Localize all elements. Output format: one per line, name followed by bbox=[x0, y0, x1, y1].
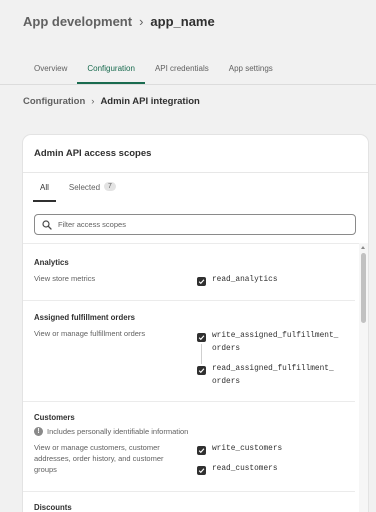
tab-api-credentials[interactable]: API credentials bbox=[145, 60, 219, 84]
breadcrumb-root-link[interactable]: App development bbox=[23, 14, 132, 29]
page-title: app_name bbox=[150, 14, 215, 29]
permission-write-assigned-fulfillment-orders[interactable]: write_assigned_fulfillment_ orders bbox=[197, 332, 338, 356]
section-desc-fulfillment: View or manage fulfillment orders bbox=[34, 329, 146, 338]
scope-filter-tabs: All Selected 7 bbox=[30, 177, 126, 202]
checkmark-icon bbox=[198, 335, 205, 341]
checkbox[interactable] bbox=[197, 277, 206, 286]
section-desc-customers: View or manage customers, customer addre… bbox=[34, 443, 164, 474]
divider bbox=[23, 243, 368, 244]
search-icon bbox=[42, 219, 52, 230]
section-title-customers: Customers bbox=[34, 413, 75, 422]
tab-selected[interactable]: Selected 7 bbox=[59, 177, 126, 201]
checkbox[interactable] bbox=[197, 466, 206, 475]
search-field[interactable] bbox=[34, 214, 356, 235]
section-title: Admin API integration bbox=[100, 96, 200, 107]
top-bar: App development › app_name Overview Conf… bbox=[0, 0, 376, 92]
connector-line bbox=[201, 344, 202, 364]
scroll-up-icon[interactable] bbox=[361, 246, 365, 249]
count-badge: 7 bbox=[104, 182, 116, 191]
checkbox[interactable] bbox=[197, 446, 206, 455]
tab-app-settings[interactable]: App settings bbox=[219, 60, 283, 84]
permission-write-customers[interactable]: write_customers bbox=[197, 445, 282, 456]
tab-selected-label: Selected bbox=[68, 183, 101, 192]
checkmark-icon bbox=[198, 468, 205, 474]
section-title-analytics: Analytics bbox=[34, 258, 69, 267]
info-icon: ! bbox=[34, 427, 43, 436]
card-title: Admin API access scopes bbox=[34, 148, 152, 159]
app-tabs: Overview Configuration API credentials A… bbox=[24, 60, 283, 84]
chevron-right-icon: › bbox=[91, 96, 95, 107]
permission-label: write_assigned_fulfillment_ orders bbox=[212, 332, 339, 353]
breadcrumb: App development › app_name bbox=[23, 14, 215, 29]
tab-all-label: All bbox=[40, 183, 49, 192]
divider bbox=[23, 491, 355, 492]
divider bbox=[0, 84, 376, 85]
permission-read-customers[interactable]: read_customers bbox=[197, 465, 278, 476]
permission-label: write_customers bbox=[212, 445, 283, 453]
checkbox[interactable] bbox=[197, 366, 206, 375]
divider bbox=[23, 300, 355, 301]
tab-all[interactable]: All bbox=[30, 177, 59, 202]
scopes-list[interactable]: Analytics View store metrics read_analyt… bbox=[23, 243, 368, 512]
permission-label: read_analytics bbox=[212, 276, 278, 284]
permission-read-assigned-fulfillment-orders[interactable]: read_assigned_fulfillment_ orders bbox=[197, 365, 334, 389]
divider bbox=[23, 401, 355, 402]
sub-breadcrumb: Configuration › Admin API integration bbox=[23, 96, 200, 107]
sub-breadcrumb-root-link[interactable]: Configuration bbox=[23, 96, 85, 107]
chevron-right-icon: › bbox=[139, 14, 144, 29]
pii-notice: ! Includes personally identifiable infor… bbox=[34, 427, 188, 436]
section-desc-analytics: View store metrics bbox=[34, 274, 96, 283]
search-input[interactable] bbox=[58, 220, 338, 229]
tab-overview[interactable]: Overview bbox=[24, 60, 77, 84]
scroll-thumb[interactable] bbox=[361, 253, 366, 323]
checkbox[interactable] bbox=[197, 333, 206, 342]
permission-label: read_customers bbox=[212, 465, 278, 473]
checkmark-icon bbox=[198, 448, 205, 454]
scrollbar[interactable] bbox=[359, 243, 368, 512]
pii-notice-text: Includes personally identifiable informa… bbox=[47, 427, 189, 436]
section-title-fulfillment: Assigned fulfillment orders bbox=[34, 313, 135, 322]
section-title-discounts: Discounts bbox=[34, 503, 72, 512]
divider bbox=[23, 172, 368, 173]
access-scopes-card: Admin API access scopes All Selected 7 A… bbox=[23, 135, 368, 512]
permission-label: read_assigned_fulfillment_ orders bbox=[212, 365, 334, 386]
tab-configuration[interactable]: Configuration bbox=[77, 60, 145, 84]
checkmark-icon bbox=[198, 368, 205, 374]
checkmark-icon bbox=[198, 279, 205, 285]
permission-read-analytics[interactable]: read_analytics bbox=[197, 276, 278, 287]
